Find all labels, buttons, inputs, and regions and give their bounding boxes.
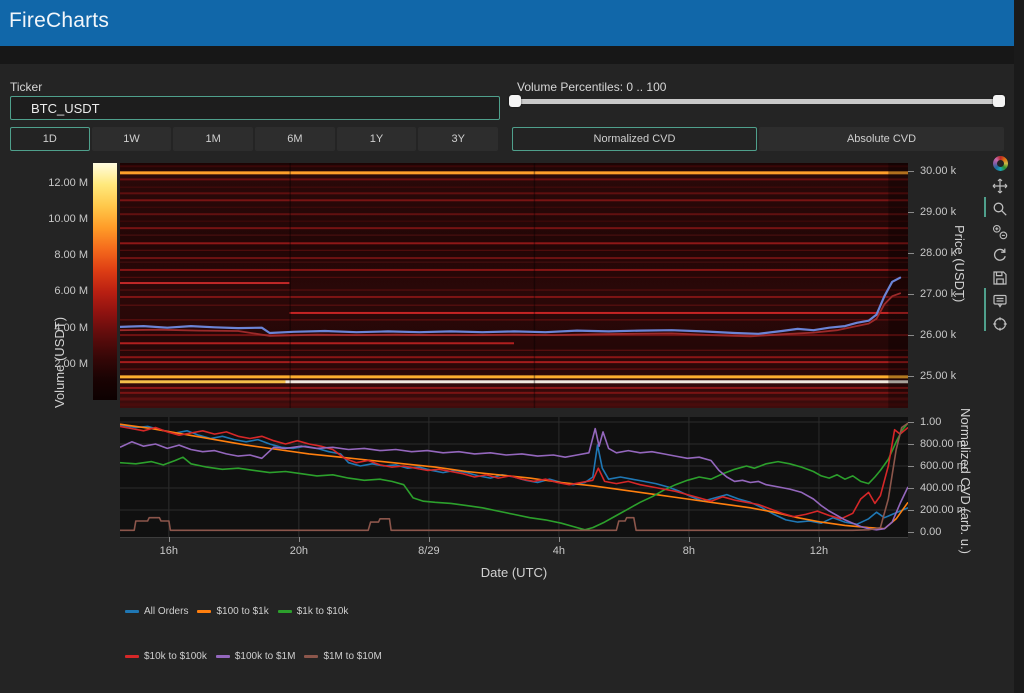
modebar-accent-zoom bbox=[984, 197, 986, 217]
app-header: FireCharts bbox=[0, 0, 1024, 46]
x-tick-mark bbox=[169, 537, 170, 542]
plotly-logo-icon[interactable] bbox=[989, 153, 1011, 173]
legend-item[interactable]: $1k to $10k bbox=[278, 606, 349, 617]
cvd-tick-mark bbox=[908, 510, 914, 511]
app-title: FireCharts bbox=[9, 9, 109, 33]
legend-item[interactable]: $100 to $1k bbox=[197, 606, 268, 617]
price-tick-label: 27.00 k bbox=[920, 288, 956, 300]
percentile-slider-track[interactable] bbox=[512, 99, 1004, 104]
colorbar-tick-label: 6.00 M bbox=[28, 285, 88, 297]
price-tick-mark bbox=[908, 171, 914, 172]
price-tick-label: 25.00 k bbox=[920, 370, 956, 382]
legend-label: $1k to $10k bbox=[297, 606, 349, 617]
legend-item[interactable]: $100k to $1M bbox=[216, 651, 296, 662]
legend-swatch bbox=[216, 655, 230, 658]
legend-item[interactable]: All Orders bbox=[125, 606, 188, 617]
legend-label: $100k to $1M bbox=[235, 651, 296, 662]
x-tick-mark bbox=[819, 537, 820, 542]
x-tick-label: 20h bbox=[290, 545, 308, 557]
x-tick-mark bbox=[689, 537, 690, 542]
timeframe-group: 1D1W1M6M1Y3Y bbox=[10, 127, 498, 151]
volume-colorbar bbox=[93, 163, 117, 400]
cvd-mode-group: Normalized CVDAbsolute CVD bbox=[512, 127, 1004, 151]
x-tick-mark bbox=[429, 537, 430, 542]
cvd-tick-label: 1.00 bbox=[920, 416, 941, 428]
hover-tooltip-icon[interactable] bbox=[989, 291, 1011, 311]
x-tick-mark bbox=[299, 537, 300, 542]
cvd-tick-mark bbox=[908, 532, 914, 533]
timeframe-button-3y[interactable]: 3Y bbox=[418, 127, 498, 151]
modebar-accent-hover bbox=[984, 288, 986, 331]
x-axis-title: Date (UTC) bbox=[481, 565, 547, 580]
spike-lines-icon[interactable] bbox=[989, 314, 1011, 334]
price-tick-mark bbox=[908, 253, 914, 254]
cvd-axis-title: Normalized CVD (arb. u.) bbox=[958, 408, 973, 554]
cvd-mode-button[interactable]: Normalized CVD bbox=[512, 127, 757, 151]
firecharts-app: FireCharts Ticker 1D1W1M6M1Y3Y Volume Pe… bbox=[0, 0, 1024, 693]
x-tick-label: 4h bbox=[553, 545, 565, 557]
legend-label: $10k to $100k bbox=[144, 651, 207, 662]
price-tick-mark bbox=[908, 376, 914, 377]
price-tick-mark bbox=[908, 212, 914, 213]
x-tick-label: 8h bbox=[683, 545, 695, 557]
timeframe-button-1y[interactable]: 1Y bbox=[337, 127, 417, 151]
zoom-in-out-icon[interactable] bbox=[989, 222, 1011, 242]
cvd-mode-button[interactable]: Absolute CVD bbox=[759, 127, 1004, 151]
ticker-input[interactable] bbox=[10, 96, 500, 120]
percentile-slider-low-handle[interactable] bbox=[509, 95, 521, 107]
legend-label: All Orders bbox=[144, 606, 188, 617]
x-tick-mark bbox=[559, 537, 560, 542]
timeframe-button-1w[interactable]: 1W bbox=[92, 127, 172, 151]
right-edge-strip bbox=[1014, 0, 1024, 693]
legend-swatch bbox=[125, 655, 139, 658]
reset-axes-icon[interactable] bbox=[989, 245, 1011, 265]
x-tick-label: 16h bbox=[160, 545, 178, 557]
legend-swatch bbox=[197, 610, 211, 613]
cvd-tick-mark bbox=[908, 466, 914, 467]
price-tick-label: 26.00 k bbox=[920, 329, 956, 341]
legend-swatch bbox=[125, 610, 139, 613]
cvd-line-plot[interactable] bbox=[120, 417, 908, 537]
price-tick-label: 28.00 k bbox=[920, 247, 956, 259]
x-tick-label: 8/29 bbox=[418, 545, 439, 557]
legend-row: All Orders $100 to $1k $1k to $10k bbox=[125, 606, 348, 617]
cvd-tick-mark bbox=[908, 444, 914, 445]
cvd-tick-mark bbox=[908, 488, 914, 489]
legend-swatch bbox=[278, 610, 292, 613]
cvd-tick-mark bbox=[908, 422, 914, 423]
save-icon[interactable] bbox=[989, 268, 1011, 288]
legend-label: $1M to $10M bbox=[323, 651, 381, 662]
cvd-tick-label: 0.00 bbox=[920, 526, 941, 538]
price-tick-label: 29.00 k bbox=[920, 206, 956, 218]
timeframe-button-1d[interactable]: 1D bbox=[10, 127, 90, 151]
colorbar-tick-label: 4.00 M bbox=[28, 322, 88, 334]
legend-item[interactable]: $10k to $100k bbox=[125, 651, 207, 662]
ticker-label: Ticker bbox=[10, 80, 42, 94]
percentile-slider-high-handle[interactable] bbox=[993, 95, 1005, 107]
timeframe-button-6m[interactable]: 6M bbox=[255, 127, 335, 151]
legend-swatch bbox=[304, 655, 318, 658]
price-tick-mark bbox=[908, 294, 914, 295]
price-tick-label: 30.00 k bbox=[920, 165, 956, 177]
zoom-icon[interactable] bbox=[989, 199, 1011, 219]
timeframe-button-1m[interactable]: 1M bbox=[173, 127, 253, 151]
legend-row: $10k to $100k $100k to $1M $1M to $10M bbox=[125, 651, 382, 662]
legend-item[interactable]: $1M to $10M bbox=[304, 651, 381, 662]
pan-icon[interactable] bbox=[989, 176, 1011, 196]
colorbar-tick-label: 8.00 M bbox=[28, 249, 88, 261]
toolbar-strip bbox=[0, 46, 1024, 64]
plot-modebar bbox=[988, 153, 1012, 334]
colorbar-tick-label: 12.00 M bbox=[28, 177, 88, 189]
legend-label: $100 to $1k bbox=[216, 606, 268, 617]
volume-heatmap-plot[interactable] bbox=[120, 163, 908, 408]
volume-percentiles-label: Volume Percentiles: 0 .. 100 bbox=[517, 80, 666, 94]
price-tick-mark bbox=[908, 335, 914, 336]
price-axis-title: Price (USDT) bbox=[952, 225, 967, 302]
x-axis-line bbox=[120, 537, 908, 538]
x-tick-label: 12h bbox=[810, 545, 828, 557]
colorbar-tick-label: 2.00 M bbox=[28, 358, 88, 370]
colorbar-tick-label: 10.00 M bbox=[28, 213, 88, 225]
